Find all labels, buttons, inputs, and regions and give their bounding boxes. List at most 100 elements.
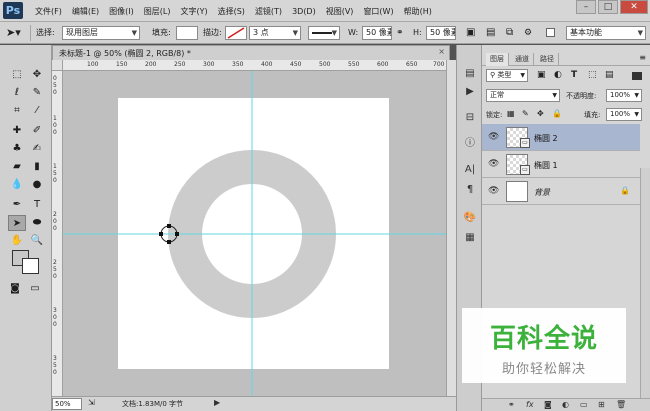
path-arrangement-icon[interactable]: ⧉ <box>506 26 513 40</box>
opacity-field[interactable]: 100% ▼ <box>606 89 642 102</box>
quick-mask-icon[interactable]: ◙ <box>6 281 24 297</box>
anchor-point[interactable] <box>167 240 171 244</box>
tab-layers[interactable]: 图层 <box>486 53 509 66</box>
filter-toggle-icon[interactable] <box>632 72 642 80</box>
blur-tool-icon[interactable]: 💧 <box>8 177 26 193</box>
pen-tool-icon[interactable]: ✒ <box>8 197 26 213</box>
layer-name[interactable]: 椭圆 2 <box>534 133 558 144</box>
filter-smart-object-icon[interactable]: ▤ <box>605 70 614 80</box>
history-panel-icon[interactable]: ▤ <box>462 67 478 81</box>
link-layers-icon[interactable]: ⚭ <box>508 400 515 409</box>
layer-style-icon[interactable]: fx <box>526 400 534 409</box>
color-panel-icon[interactable]: 🎨 <box>462 211 478 225</box>
menu-help[interactable]: 帮助(H) <box>399 6 437 17</box>
anchor-point[interactable] <box>167 224 171 228</box>
link-icon[interactable]: ⚭ <box>396 26 404 40</box>
add-mask-icon[interactable]: ◙ <box>544 400 552 409</box>
eye-icon[interactable]: 👁 <box>488 186 499 196</box>
menu-window[interactable]: 窗口(W) <box>358 6 398 17</box>
lock-all-icon[interactable]: 🔒 <box>552 109 562 118</box>
info-panel-icon[interactable]: ⓘ <box>462 137 478 151</box>
canvas-vertical-scrollbar[interactable] <box>446 60 456 396</box>
horizontal-ruler[interactable]: 100 150 200 250 300 350 400 450 500 550 … <box>63 60 446 71</box>
filter-shape-icon[interactable]: ⬚ <box>588 70 597 80</box>
vertical-ruler[interactable]: 0 5 0 1 0 0 1 5 0 2 0 0 2 5 0 3 0 0 3 5 … <box>52 71 63 396</box>
menu-image[interactable]: 图像(I) <box>104 6 139 17</box>
path-select-tool-icon[interactable]: ➤▾ <box>6 26 21 40</box>
panel-menu-icon[interactable]: ≡ <box>639 53 646 62</box>
gradient-tool-icon[interactable]: ▮ <box>28 159 46 175</box>
background-color-swatch[interactable] <box>22 258 39 274</box>
trash-icon[interactable]: 🗑 <box>616 400 626 409</box>
anchor-point[interactable] <box>159 232 163 236</box>
path-operations-icon[interactable]: ▣ <box>466 26 475 40</box>
properties-panel-icon[interactable]: ⊟ <box>462 111 478 125</box>
paragraph-panel-icon[interactable]: ¶ <box>462 183 478 197</box>
filter-pixel-icon[interactable]: ▣ <box>537 70 546 80</box>
menu-type[interactable]: 文字(Y) <box>175 6 212 17</box>
path-alignment-icon[interactable]: ▤ <box>486 26 495 40</box>
fill-field[interactable]: 100% ▼ <box>606 108 642 121</box>
menu-view[interactable]: 视图(V) <box>321 6 359 17</box>
dodge-tool-icon[interactable]: ● <box>28 177 46 193</box>
close-icon[interactable]: × <box>438 47 445 56</box>
menu-filter[interactable]: 滤镜(T) <box>250 6 287 17</box>
crop-tool-icon[interactable]: ⌗ <box>8 103 26 119</box>
lock-transparent-icon[interactable]: ▦ <box>507 109 515 118</box>
menu-3d[interactable]: 3D(D) <box>287 7 321 16</box>
eye-icon[interactable]: 👁 <box>488 159 499 169</box>
zoom-tool-icon[interactable]: 🔍 <box>28 233 46 249</box>
quick-select-tool-icon[interactable]: ✎ <box>28 85 46 101</box>
eyedropper-tool-icon[interactable]: ⁄ <box>28 103 46 119</box>
stroke-size-field[interactable]: 3 点 ▼ <box>249 26 301 40</box>
filter-type-icon[interactable]: T <box>571 70 577 80</box>
maximize-button[interactable]: □ <box>598 0 618 14</box>
layer-name[interactable]: 背景 <box>534 187 550 198</box>
filter-adjustment-icon[interactable]: ◐ <box>554 70 562 80</box>
actions-panel-icon[interactable]: ▶ <box>462 85 478 99</box>
blend-mode-dropdown[interactable]: 正常 ▼ <box>486 89 560 102</box>
eye-icon[interactable]: 👁 <box>488 132 499 142</box>
hand-tool-icon[interactable]: ✋ <box>8 233 26 249</box>
clone-stamp-tool-icon[interactable]: ♣ <box>8 141 26 157</box>
new-layer-icon[interactable]: ⊞ <box>598 400 605 409</box>
document-tab[interactable]: 未标题-1 @ 50% (椭圆 2, RGB/8) * × <box>52 45 450 60</box>
close-button[interactable]: ✕ <box>620 0 648 14</box>
layer-row-ellipse-2[interactable]: 👁 ▭ 椭圆 2 <box>482 124 640 151</box>
anchor-point[interactable] <box>175 232 179 236</box>
brush-tool-icon[interactable]: ✐ <box>28 123 46 139</box>
menu-edit[interactable]: 编辑(E) <box>67 6 104 17</box>
eraser-tool-icon[interactable]: ▰ <box>8 159 26 175</box>
swatches-panel-icon[interactable]: ▦ <box>462 231 478 245</box>
menu-file[interactable]: 文件(F) <box>30 6 67 17</box>
filter-kind-dropdown[interactable]: ⚲ 类型 ▼ <box>486 69 528 82</box>
tab-paths[interactable]: 路径 <box>536 53 559 66</box>
layer-name[interactable]: 椭圆 1 <box>534 160 558 171</box>
settings-gear-icon[interactable]: ⚙ <box>524 26 532 40</box>
ellipse-tool-icon[interactable]: ⬬ <box>28 215 46 231</box>
menu-layer[interactable]: 图层(L) <box>139 6 176 17</box>
chevron-right-icon[interactable]: ▶ <box>214 398 220 407</box>
type-tool-icon[interactable]: T <box>28 197 46 213</box>
marquee-tool-icon[interactable]: ⬚ <box>8 67 26 83</box>
adjustment-layer-icon[interactable]: ◐ <box>562 400 569 409</box>
zoom-field[interactable]: 50% <box>52 398 82 410</box>
layer-row-ellipse-1[interactable]: 👁 ▭ 椭圆 1 <box>482 151 640 178</box>
lock-position-icon[interactable]: ✥ <box>537 109 544 118</box>
minimize-button[interactable]: – <box>576 0 596 14</box>
lasso-tool-icon[interactable]: ℓ <box>8 85 26 101</box>
workspace-dropdown[interactable]: 基本功能 ▼ <box>566 26 646 40</box>
move-tool-icon[interactable]: ✥ <box>28 67 46 83</box>
healing-brush-tool-icon[interactable]: ✚ <box>8 123 26 139</box>
stroke-type-dropdown[interactable]: ▼ <box>308 26 340 40</box>
new-group-icon[interactable]: ▭ <box>580 400 588 409</box>
menu-select[interactable]: 选择(S) <box>213 6 250 17</box>
path-selection-tool-icon[interactable]: ➤ <box>8 215 26 231</box>
screen-mode-icon[interactable]: ▭ <box>26 281 44 297</box>
export-icon[interactable]: ⇲ <box>88 398 95 407</box>
height-field[interactable]: 50 像素 <box>426 26 456 40</box>
layer-row-background[interactable]: 👁 背景 🔒 <box>482 178 640 205</box>
layers-vertical-scrollbar[interactable] <box>640 168 650 398</box>
select-dropdown[interactable]: 现用图层 ▼ <box>62 26 140 40</box>
tab-channels[interactable]: 通道 <box>511 53 534 66</box>
